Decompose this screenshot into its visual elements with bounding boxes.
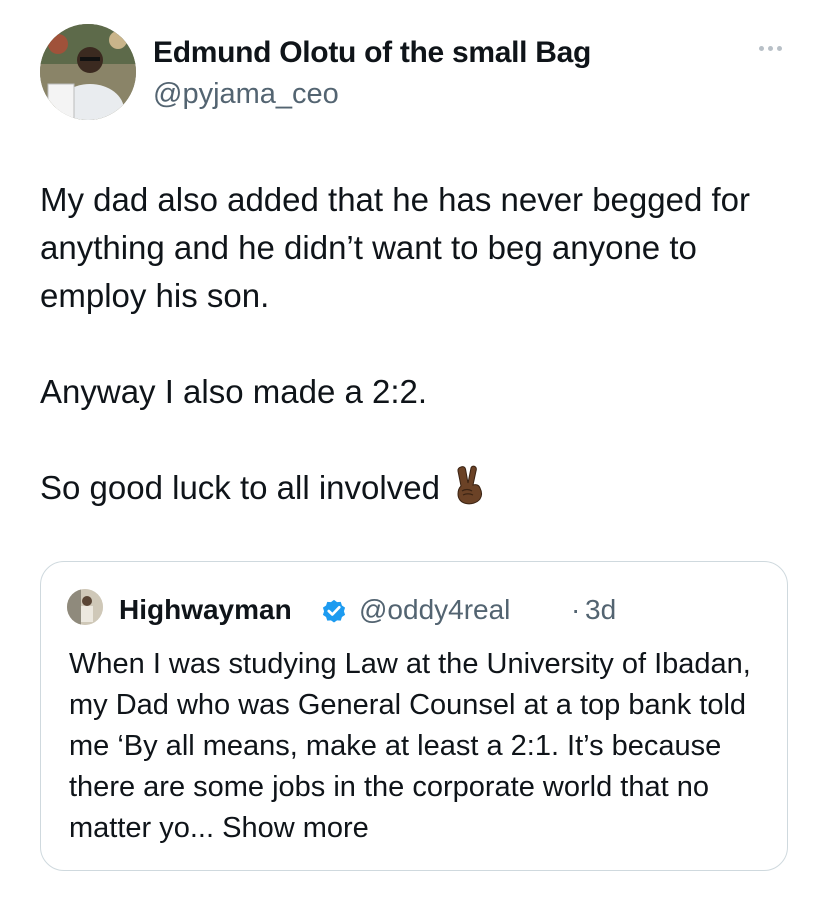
quoted-author-avatar[interactable] [67,589,103,625]
tweet-text: My dad also added that he has never begg… [40,176,800,512]
more-horizontal-icon [758,45,764,51]
quoted-author-handle[interactable]: @oddy4real [359,594,510,626]
quoted-tweet-text: When I was studying Law at the Universit… [69,648,751,844]
quoted-tweet[interactable]: Highwayman @oddy4real · 3d When I was st… [40,561,788,871]
author-avatar[interactable] [40,24,136,120]
quoted-timestamp[interactable]: 3d [585,594,616,626]
user-avatar-photo-icon [40,24,136,120]
tweet-paragraph: So good luck to all involved [40,464,800,512]
quoted-avatar-photo-icon [67,589,103,625]
victory-hand-emoji-icon [457,465,482,505]
tweet-paragraph: My dad also added that he has never begg… [40,181,750,314]
tweet-paragraph: Anyway I also made a 2:2. [40,373,428,410]
more-options-button[interactable] [750,38,790,58]
author-handle[interactable]: @pyjama_ceo [153,78,339,111]
meta-separator: · [571,594,581,625]
verified-badge-icon [322,599,346,623]
show-more-link[interactable]: Show more [222,812,369,844]
quoted-author-name[interactable]: Highwayman [119,594,292,626]
tweet: Edmund Olotu of the small Bag @pyjama_ce… [0,0,828,906]
author-name[interactable]: Edmund Olotu of the small Bag [153,36,591,70]
